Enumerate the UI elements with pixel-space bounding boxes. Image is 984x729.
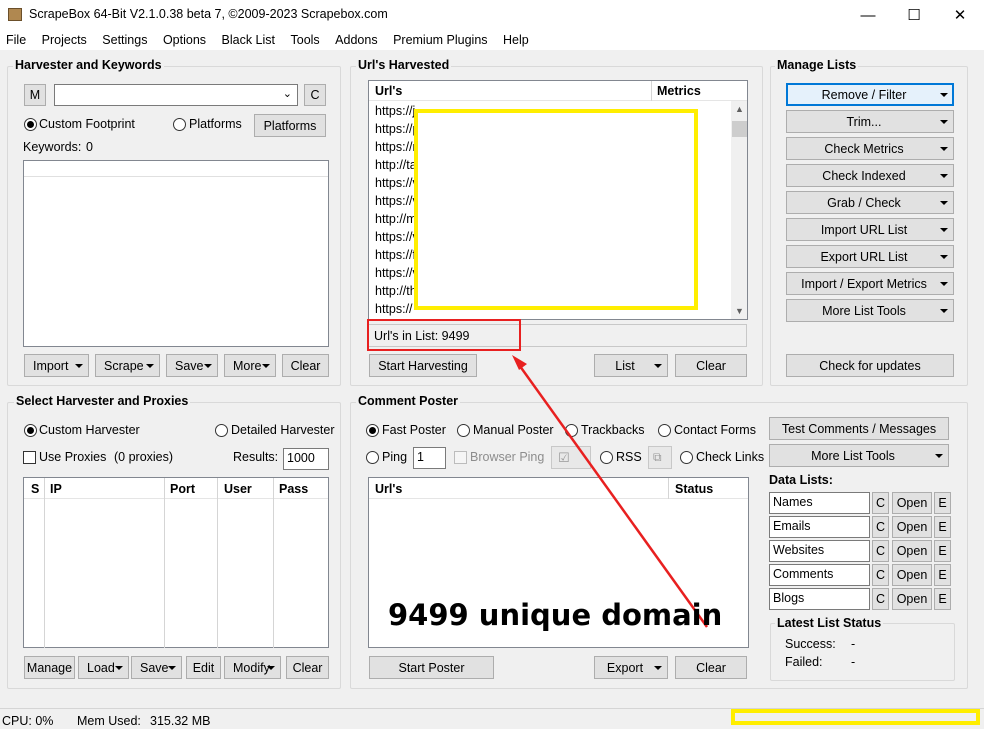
- arrowhead-icon: [512, 355, 527, 370]
- annotation-caption: 9499 unique domain: [388, 598, 723, 632]
- arrow-line: [515, 361, 709, 628]
